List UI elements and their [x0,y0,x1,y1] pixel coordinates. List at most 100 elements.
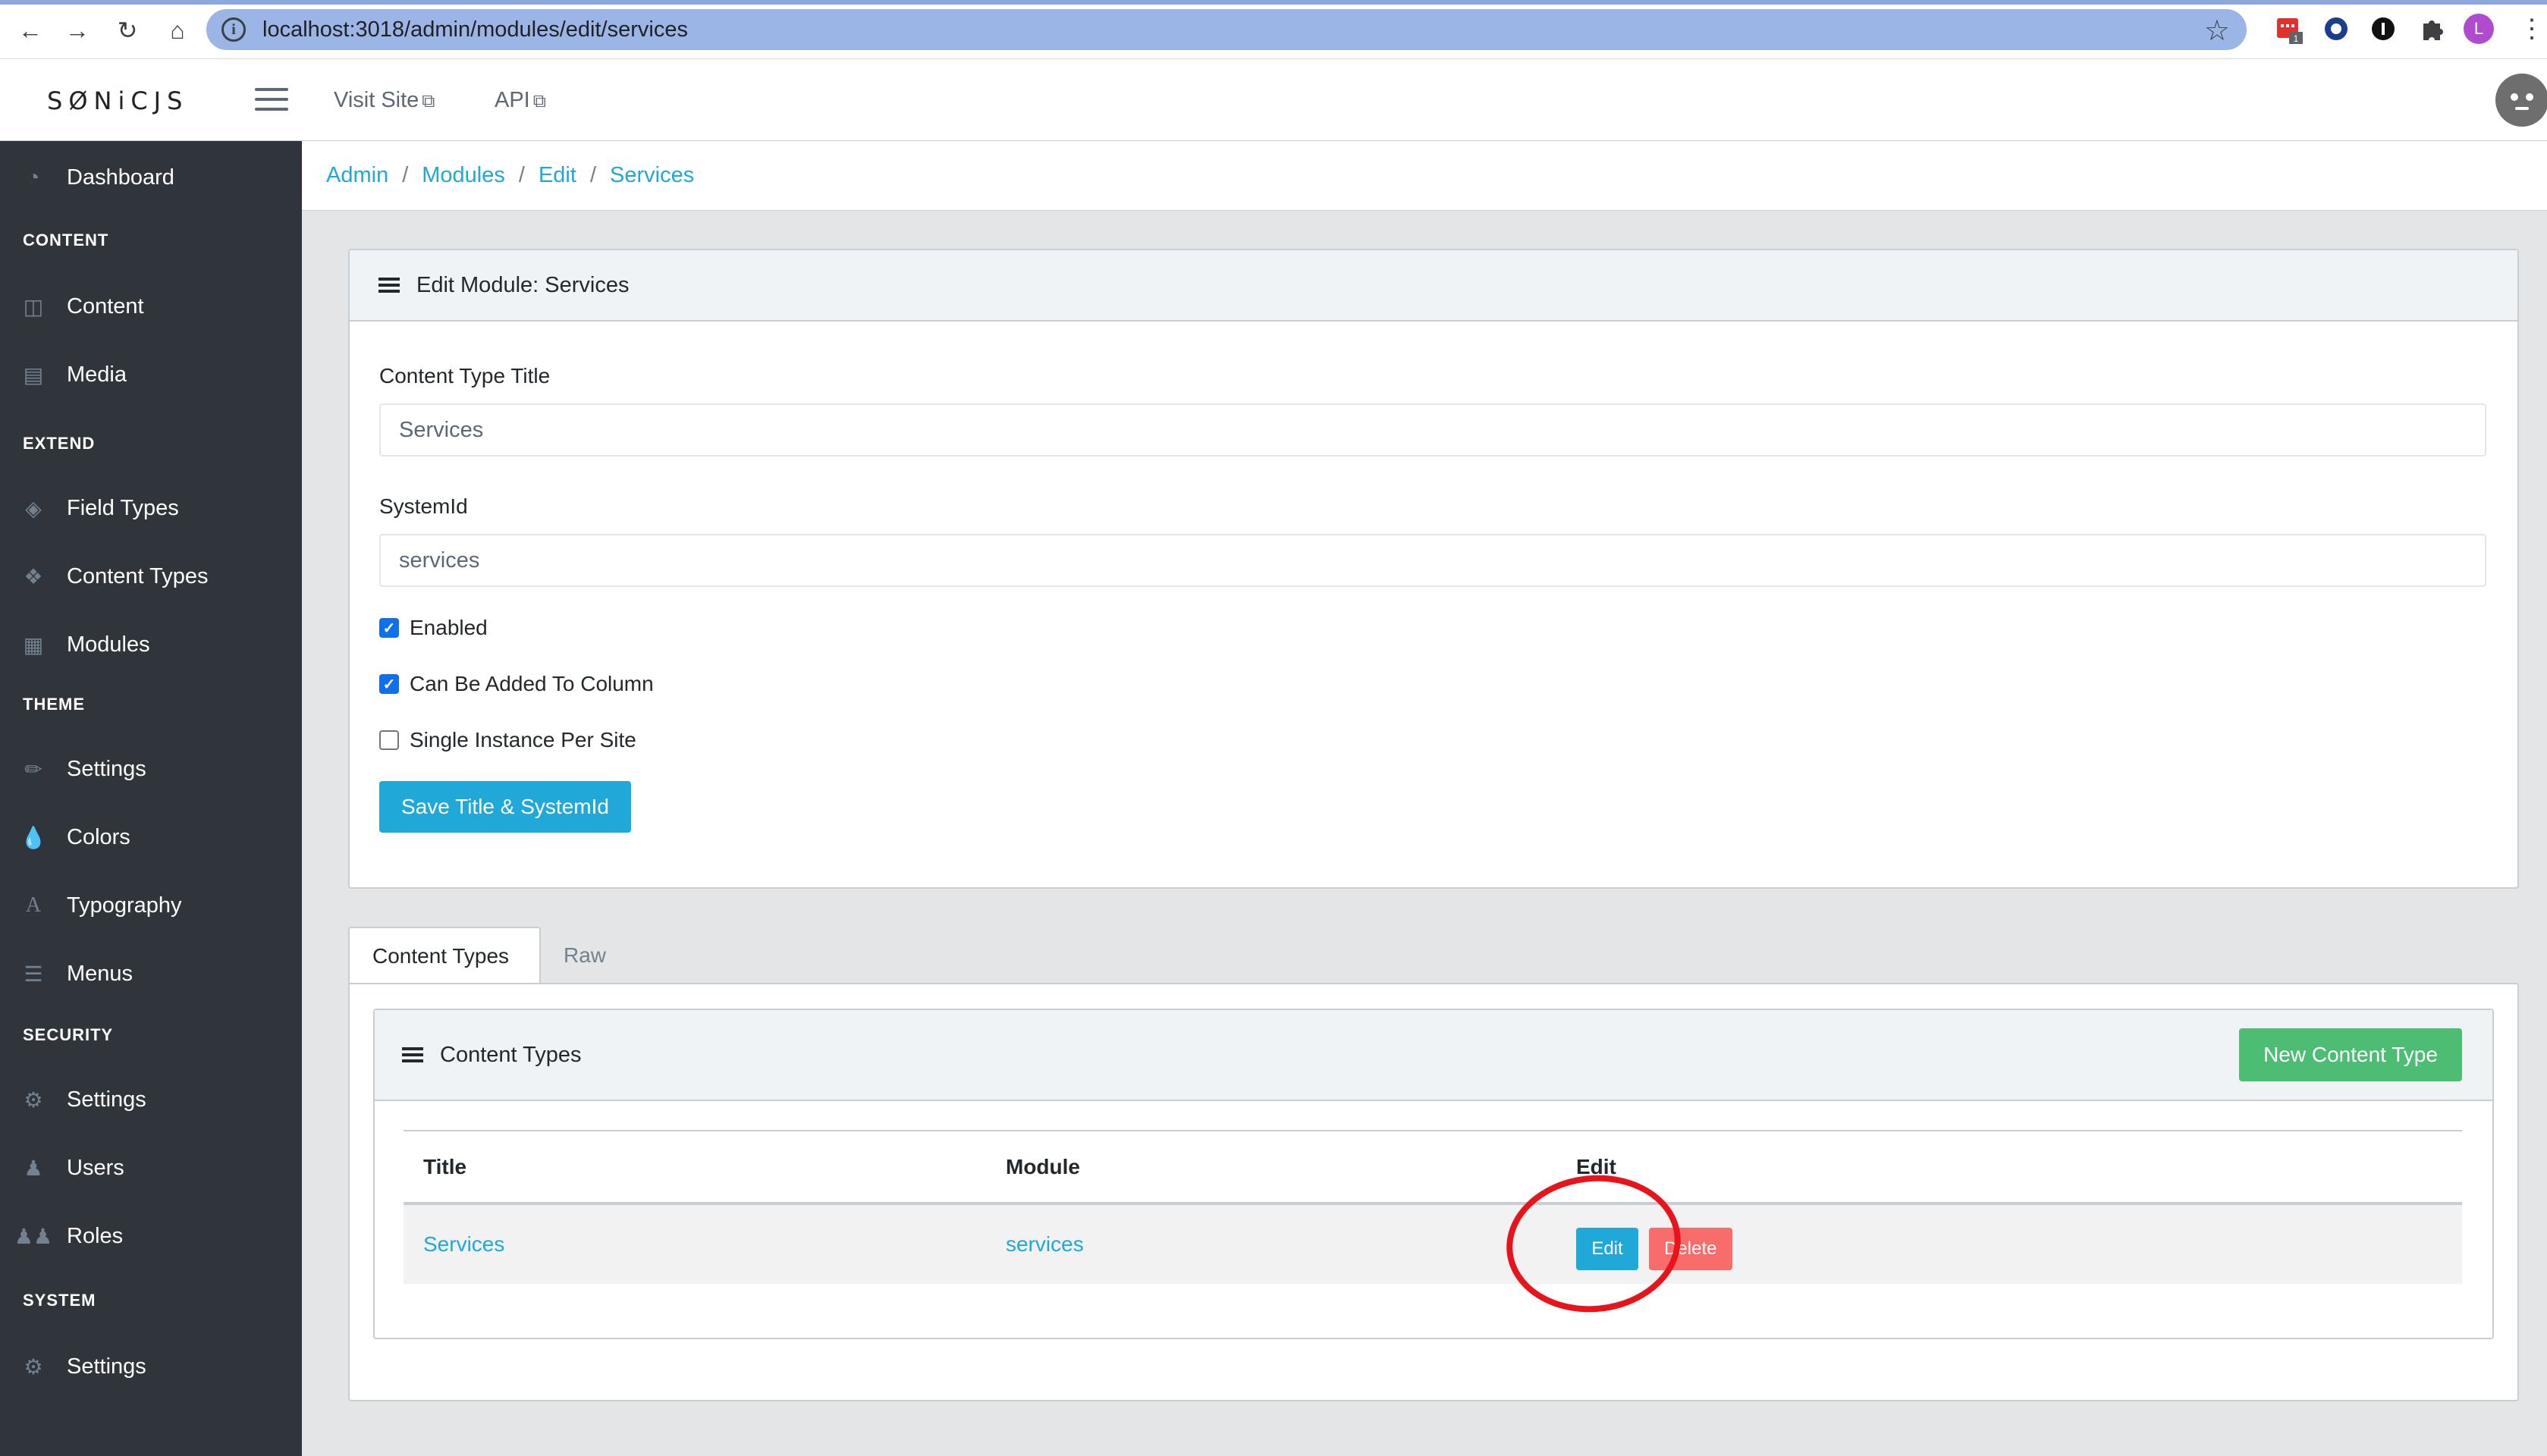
visit-site-label: Visit Site [334,88,419,112]
home-icon[interactable]: ⌂ [161,14,194,47]
sidebar-item-media[interactable]: ▤ Media [0,344,302,405]
sidebar-item-label: Colors [67,824,130,849]
content-type-title-input[interactable]: Services [379,403,2486,457]
reload-icon[interactable]: ↻ [111,14,144,47]
can-be-added-to-column-label: Can Be Added To Column [410,672,654,695]
sidebar-item-typography[interactable]: A Typography [0,875,302,936]
extensions-puzzle-icon[interactable] [2417,14,2447,44]
drop-icon: 💧 [20,825,47,849]
sidebar-item-security-settings[interactable]: ⚙ Settings [0,1069,302,1130]
site-info-icon[interactable]: i [221,17,246,42]
sidebar-item-users[interactable]: ♟ Users [0,1138,302,1198]
checkbox-checked-icon[interactable]: ✓ [379,674,399,694]
dashboard-icon: ◔ [27,165,40,189]
image-icon: ▤ [23,362,44,387]
sidebar-item-label: Dashboard [67,165,174,190]
grid-icon: ▦ [23,632,44,657]
font-icon: A [25,893,42,917]
edit-module-title: Edit Module: Services [416,272,630,297]
checkbox-unchecked-icon[interactable] [379,730,399,750]
breadcrumb-services[interactable]: Services [610,163,694,188]
sidebar-item-label: Settings [67,756,146,781]
window-top-bar [0,0,2547,5]
extension-badge: 1 [2294,33,2299,44]
back-icon[interactable]: ← [14,14,47,47]
can-be-added-to-column-checkbox[interactable]: ✓ Can Be Added To Column [379,672,654,696]
edit-module-card-header: Edit Module: Services [350,250,2517,322]
row-edit-button[interactable]: Edit [1576,1228,1638,1270]
enabled-checkbox[interactable]: ✓ Enabled [379,616,488,640]
sidebar-item-menus[interactable]: ☰ Menus [0,943,302,1004]
sidebar-item-label: Settings [67,1087,146,1112]
sonicjs-logo[interactable]: SØNiCJS [47,86,188,115]
save-title-systemid-button[interactable]: Save Title & SystemId [379,781,631,833]
breadcrumb-modules[interactable]: Modules [422,163,505,188]
sidebar-item-modules[interactable]: ▦ Modules [0,614,302,675]
sidebar-section-theme: THEME [23,695,85,714]
sidebar-item-label: Content [67,293,144,318]
single-instance-label: Single Instance Per Site [410,728,636,752]
address-bar[interactable]: i localhost:3018/admin/modules/edit/serv… [206,9,2247,50]
content-type-title-label: Content Type Title [379,364,551,388]
profile-avatar-icon[interactable]: L [2464,14,2494,44]
url-text[interactable]: localhost:3018/admin/modules/edit/servic… [262,17,688,42]
users-icon: ♟♟ [14,1224,53,1248]
sidebar-item-field-types[interactable]: ◈ Field Types [0,478,302,538]
list-icon [402,1044,423,1065]
content-types-card-header: Content Types [375,1010,2492,1101]
sidebar-item-label: Menus [67,961,133,986]
gear-icon: ⚙ [24,1354,43,1379]
sidebar-item-label: Users [67,1155,124,1180]
table-row: Services services Edit Delete [404,1203,2462,1284]
columns-icon: ◫ [23,294,44,318]
visit-site-link[interactable]: Visit Site ⧉ [334,88,435,113]
extension-calendar-icon[interactable]: 1 [2274,14,2304,44]
new-content-type-button[interactable]: New Content Type [2239,1028,2462,1081]
column-header-module: Module [1006,1154,1080,1178]
sidebar-item-roles[interactable]: ♟♟ Roles [0,1206,302,1266]
column-header-edit: Edit [1576,1154,1616,1178]
tab-content-types[interactable]: Content Types [348,927,541,984]
extension-password-icon[interactable] [2368,14,2398,44]
browser-menu-icon[interactable]: ⋮ [2517,14,2547,44]
api-link[interactable]: API ⧉ [495,88,546,113]
list-icon [378,275,400,296]
sidebar-item-dashboard[interactable]: ◔ Dashboard [0,147,302,208]
row-module-link[interactable]: services [986,1203,1556,1284]
sidebar-item-label: Roles [67,1223,124,1248]
single-instance-checkbox[interactable]: Single Instance Per Site [379,728,636,752]
breadcrumb-admin[interactable]: Admin [326,163,388,188]
sidebar-item-label: Typography [67,893,182,918]
bookmark-star-icon[interactable]: ☆ [2204,14,2230,48]
extension-circle-icon[interactable] [2321,14,2351,44]
sidebar-item-theme-settings[interactable]: ✏ Settings [0,739,302,799]
sidebar-item-content-types[interactable]: ❖ Content Types [0,546,302,607]
sidebar-toggle-icon[interactable] [255,88,288,112]
breadcrumb-edit[interactable]: Edit [539,163,576,188]
cube-icon: ◈ [25,496,42,520]
forward-icon[interactable]: → [61,14,94,47]
row-delete-button[interactable]: Delete [1648,1228,1732,1270]
table-header-row: Title Module Edit [404,1131,2462,1203]
sidebar-item-system-settings[interactable]: ⚙ Settings [0,1336,302,1397]
enabled-label: Enabled [410,616,488,639]
external-link-icon: ⧉ [422,91,435,111]
user-icon: ♟ [24,1156,43,1180]
app-header: SØNiCJS Visit Site ⧉ API ⧉ [0,59,2547,141]
api-label: API [495,88,530,112]
sidebar-section-security: SECURITY [23,1025,114,1044]
tab-raw[interactable]: Raw [541,927,629,984]
sidebar-section-content: CONTENT [23,231,109,249]
sidebar-item-content[interactable]: ◫ Content [0,276,302,337]
browser-chrome: ← → ↻ ⌂ i localhost:3018/admin/modules/e… [0,0,2547,59]
checkbox-checked-icon[interactable]: ✓ [379,618,399,638]
system-id-label: SystemId [379,494,468,518]
system-id-input[interactable]: services [379,534,2486,587]
user-avatar[interactable] [2495,74,2547,127]
sidebar-section-system: SYSTEM [23,1291,96,1310]
row-title-link[interactable]: Services [404,1203,986,1284]
sidebar-item-colors[interactable]: 💧 Colors [0,807,302,868]
sidebar: ◔ Dashboard CONTENT ◫ Content ▤ Media EX… [0,141,302,1456]
breadcrumb: Admin / Modules / Edit / Services [302,141,2547,211]
breadcrumb-separator: / [518,163,525,187]
